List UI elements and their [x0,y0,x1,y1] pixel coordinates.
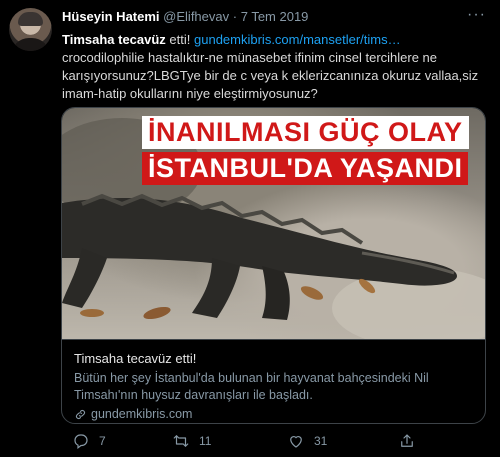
share-button[interactable] [398,432,416,450]
tweet-text: Timsaha tecavüz etti! gundemkibris.com/m… [62,31,490,103]
card-domain: gundemkibris.com [91,407,193,421]
like-count: 31 [314,434,328,448]
retweet-button[interactable]: 11 [172,432,211,450]
tweet-link[interactable]: gundemkibris.com/mansetler/tims… [194,32,401,47]
card-title: Timsaha tecavüz etti! [74,351,197,366]
tweet-header: Hüseyin Hatemi @Elifhevav · 7 Tem 2019 [62,9,308,24]
like-icon [290,436,302,448]
card-domain-row: gundemkibris.com [74,407,475,421]
more-icon[interactable]: ··· [467,6,486,24]
tweet[interactable]: Hüseyin Hatemi @Elifhevav · 7 Tem 2019 ·… [0,0,500,457]
reply-icon [74,434,88,449]
like-button[interactable]: 31 [287,432,327,450]
retweet-count: 11 [199,434,212,448]
avatar-hair [18,12,43,26]
card-description: Bütün her şey İstanbul'da bulunan bir ha… [74,371,429,402]
card-headline: İNANILMASI GÜÇ OLAY İSTANBUL'DA YAŞANDI [142,116,469,185]
share-icon [401,434,413,447]
author-handle[interactable]: @Elifhevav [163,9,229,24]
headline-line-2: İSTANBUL'DA YAŞANDI [142,152,469,185]
card-meta[interactable]: Timsaha tecavüz etti! Bütün her şey İsta… [62,339,485,423]
tweet-text-rest: crocodilophilie hastalıktır-ne münasebet… [62,50,479,101]
headline-line-1: İNANILMASI GÜÇ OLAY [142,116,469,149]
tweet-text-after-strong: etti! [165,32,194,47]
card-image[interactable]: İNANILMASI GÜÇ OLAY İSTANBUL'DA YAŞANDI [62,108,485,339]
action-bar: 7 11 31 [62,432,462,452]
link-icon [75,409,86,419]
header-separator: · [232,9,238,24]
reply-count: 7 [99,434,106,448]
retweet-icon [173,435,189,447]
reply-button[interactable]: 7 [72,432,106,450]
author-name[interactable]: Hüseyin Hatemi [62,9,160,24]
avatar-shoulders [11,38,50,51]
link-card[interactable]: İNANILMASI GÜÇ OLAY İSTANBUL'DA YAŞANDI … [61,107,486,424]
tweet-text-strong: Timsaha tecavüz [62,32,166,47]
tweet-date[interactable]: 7 Tem 2019 [241,9,309,24]
avatar[interactable] [9,8,52,51]
